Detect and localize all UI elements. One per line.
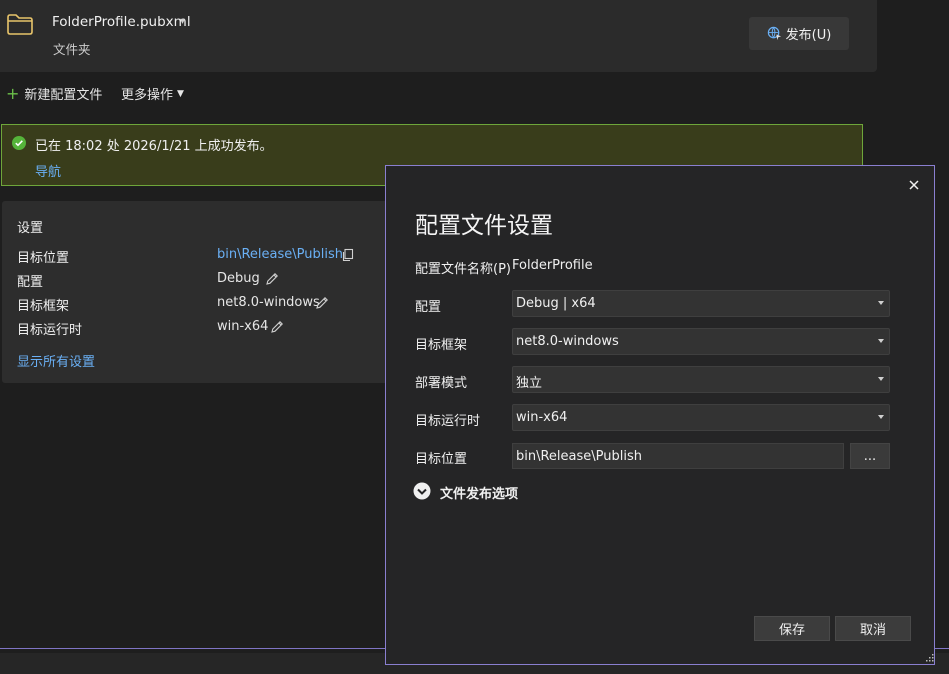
file-publish-options-toggle[interactable]: 文件发布选项 <box>440 483 518 502</box>
chevron-down-icon: ▼ <box>177 88 184 99</box>
profile-name[interactable]: FolderProfile.pubxml <box>52 14 191 30</box>
target-location-input[interactable]: bin\Release\Publish <box>512 443 844 469</box>
success-check-icon <box>12 136 26 150</box>
deployment-mode-label: 部署模式 <box>415 376 468 391</box>
target-location-link[interactable]: bin\Release\Publish <box>217 247 343 262</box>
edit-pencil-icon[interactable] <box>265 272 279 286</box>
profile-name-value: FolderProfile <box>512 258 593 273</box>
new-profile-label: 新建配置文件 <box>24 88 103 103</box>
resize-grip-icon[interactable] <box>924 652 934 662</box>
settings-label-target-location: 目标位置 <box>17 251 70 266</box>
configuration-value: Debug <box>217 271 260 286</box>
publish-button[interactable]: 发布(U) <box>749 17 849 50</box>
save-button[interactable]: 保存 <box>754 616 830 641</box>
settings-label-target-runtime: 目标运行时 <box>17 323 83 338</box>
target-runtime-select-value: win-x64 <box>516 410 568 425</box>
target-runtime-label: 目标运行时 <box>415 414 481 429</box>
dropdown-arrow-icon <box>878 415 884 419</box>
deployment-mode-select[interactable]: 独立 <box>512 366 890 393</box>
settings-title: 设置 <box>17 221 44 236</box>
new-profile-button[interactable]: + 新建配置文件 <box>6 84 102 103</box>
dropdown-arrow-icon <box>878 377 884 381</box>
target-framework-select-value: net8.0-windows <box>516 334 619 349</box>
target-framework-select[interactable]: net8.0-windows <box>512 328 890 355</box>
more-actions-button[interactable]: 更多操作 ▼ <box>121 84 184 103</box>
target-location-label: 目标位置 <box>415 452 468 467</box>
edit-pencil-icon[interactable] <box>315 296 329 310</box>
cancel-button[interactable]: 取消 <box>835 616 911 641</box>
configuration-label: 配置 <box>415 300 442 315</box>
target-runtime-select[interactable]: win-x64 <box>512 404 890 431</box>
target-location-input-value: bin\Release\Publish <box>516 449 642 464</box>
close-icon[interactable] <box>907 178 921 192</box>
folder-icon <box>7 14 33 35</box>
copy-icon[interactable] <box>341 248 355 262</box>
dialog-title: 配置文件设置 <box>415 213 553 239</box>
dropdown-arrow-icon <box>878 339 884 343</box>
configuration-select-value: Debug | x64 <box>516 296 596 311</box>
configuration-select[interactable]: Debug | x64 <box>512 290 890 317</box>
target-framework-label: 目标框架 <box>415 338 468 353</box>
expand-chevron-icon[interactable] <box>413 482 431 500</box>
navigate-link[interactable]: 导航 <box>35 161 61 180</box>
settings-label-target-framework: 目标框架 <box>17 299 70 314</box>
publish-globe-icon <box>767 26 781 41</box>
browse-button[interactable]: ... <box>850 443 890 469</box>
profile-name-label: 配置文件名称(P) <box>415 262 511 277</box>
more-actions-label: 更多操作 <box>121 88 174 103</box>
publish-button-label: 发布(U) <box>785 28 832 43</box>
target-framework-value: net8.0-windows <box>217 295 320 310</box>
profile-dropdown-caret-icon[interactable]: ▾ <box>180 16 185 27</box>
profile-header: FolderProfile.pubxml ▾ 文件夹 发布(U) <box>0 0 877 72</box>
plus-icon: + <box>6 83 20 103</box>
settings-label-configuration: 配置 <box>17 275 44 290</box>
show-all-settings-link[interactable]: 显示所有设置 <box>17 351 95 370</box>
success-message: 已在 18:02 处 2026/1/21 上成功发布。 <box>35 139 273 154</box>
edit-pencil-icon[interactable] <box>270 320 284 334</box>
dropdown-arrow-icon <box>878 301 884 305</box>
target-runtime-value: win-x64 <box>217 319 269 334</box>
deployment-mode-select-value: 独立 <box>516 376 543 391</box>
settings-card: 设置 目标位置 bin\Release\Publish 配置 Debug 目标框… <box>2 201 402 383</box>
profile-settings-dialog: 配置文件设置 配置文件名称(P) FolderProfile 配置 Debug … <box>385 165 935 665</box>
profile-type: 文件夹 <box>53 42 91 57</box>
